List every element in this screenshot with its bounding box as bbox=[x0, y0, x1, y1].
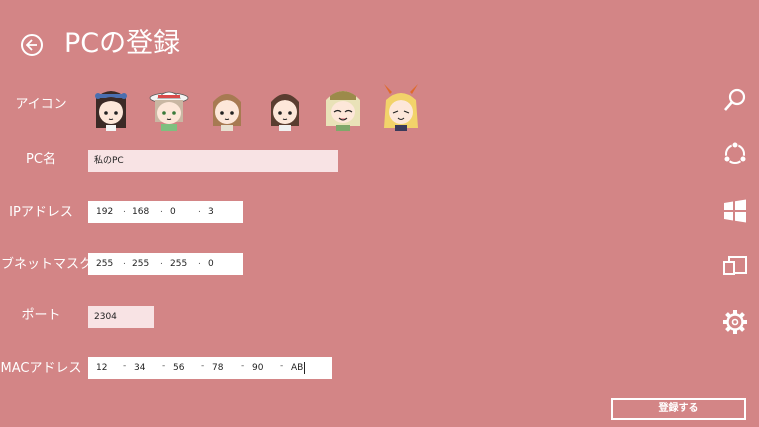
mac-part-2[interactable]: 34 bbox=[134, 357, 145, 379]
mac-address-label: MACアドレス bbox=[0, 361, 82, 376]
icon-label: アイコン bbox=[15, 97, 67, 112]
avatar-6[interactable] bbox=[378, 82, 424, 134]
mac-separator: - bbox=[280, 361, 284, 371]
mac-address-input[interactable]: 12 - 34 - 56 - 78 - 90 - AB bbox=[88, 357, 332, 379]
subnet-octet-3[interactable]: 255 bbox=[170, 253, 187, 275]
mac-part-1[interactable]: 12 bbox=[96, 357, 107, 379]
mac-part-6[interactable]: AB bbox=[291, 357, 303, 379]
ip-separator: . bbox=[160, 205, 163, 215]
ip-address-input[interactable]: 192 . 168 . 0 . 3 bbox=[88, 201, 243, 223]
mac-part-5[interactable]: 90 bbox=[252, 357, 263, 379]
mac-separator: - bbox=[123, 361, 127, 371]
windows-start-icon[interactable] bbox=[722, 198, 748, 224]
ip-octet-4[interactable]: 3 bbox=[208, 201, 214, 223]
ip-octet-1[interactable]: 192 bbox=[96, 201, 113, 223]
subnet-octet-2[interactable]: 255 bbox=[132, 253, 149, 275]
back-arrow-icon bbox=[26, 39, 37, 51]
mac-separator: - bbox=[162, 361, 166, 371]
ip-octet-2[interactable]: 168 bbox=[132, 201, 149, 223]
avatar-4[interactable] bbox=[262, 82, 308, 134]
share-icon[interactable] bbox=[722, 141, 748, 167]
ip-address-label: IPアドレス bbox=[9, 205, 73, 220]
port-input[interactable]: 2304 bbox=[88, 306, 154, 328]
subnet-separator: . bbox=[123, 257, 126, 267]
mac-separator: - bbox=[241, 361, 245, 371]
mac-part-4[interactable]: 78 bbox=[212, 357, 223, 379]
text-caret bbox=[304, 362, 305, 374]
subnet-mask-label: サブネットマスク bbox=[0, 257, 92, 272]
subnet-mask-input[interactable]: 255 . 255 . 255 . 0 bbox=[88, 253, 243, 275]
ip-separator: . bbox=[123, 205, 126, 215]
port-label: ポート bbox=[21, 308, 61, 323]
avatar-1[interactable] bbox=[88, 82, 134, 134]
subnet-separator: . bbox=[198, 257, 201, 267]
page-title: PCの登録 bbox=[64, 28, 181, 59]
search-icon[interactable] bbox=[722, 87, 748, 113]
pc-name-input[interactable]: 私のPC bbox=[88, 150, 338, 172]
register-button[interactable]: 登録する bbox=[611, 398, 746, 420]
subnet-octet-4[interactable]: 0 bbox=[208, 253, 214, 275]
back-button[interactable] bbox=[21, 34, 43, 56]
subnet-octet-1[interactable]: 255 bbox=[96, 253, 113, 275]
devices-icon[interactable] bbox=[722, 253, 748, 279]
mac-part-3[interactable]: 56 bbox=[173, 357, 184, 379]
pc-name-label: PC名 bbox=[26, 152, 56, 167]
avatar-3[interactable] bbox=[204, 82, 250, 134]
avatar-5[interactable] bbox=[320, 82, 366, 134]
subnet-separator: . bbox=[160, 257, 163, 267]
ip-octet-3[interactable]: 0 bbox=[170, 201, 176, 223]
avatar-2[interactable] bbox=[146, 82, 192, 134]
settings-icon[interactable] bbox=[722, 309, 748, 335]
ip-separator: . bbox=[198, 205, 201, 215]
mac-separator: - bbox=[201, 361, 205, 371]
